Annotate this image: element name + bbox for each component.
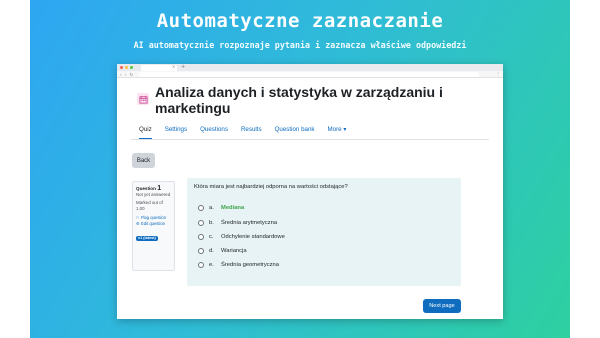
version-badge: v1 (latest) [136, 236, 158, 241]
option-letter: e. [209, 262, 214, 268]
browser-menu-icon[interactable]: ⋮ [496, 71, 500, 76]
tab-quiz[interactable]: Quiz [139, 126, 152, 140]
radio-button[interactable] [198, 220, 204, 226]
new-tab-icon[interactable]: + [181, 64, 185, 70]
question-info-panel: Question 1 Not yet answered Marked out o… [132, 181, 175, 271]
flag-icon: ⚐ [136, 215, 140, 220]
banner-subline: AI automatycznie rozpoznaje pytania i za… [133, 40, 467, 50]
option-letter: d. [209, 248, 214, 254]
tab-results[interactable]: Results [241, 126, 262, 140]
answer-option-d[interactable]: d. Wariancja [198, 248, 247, 254]
url-input[interactable] [139, 72, 479, 77]
question-number: 1 [157, 185, 162, 192]
option-text: Średnia arytmetyczna [221, 220, 278, 226]
option-letter: a. [209, 205, 214, 211]
maximize-window-dot[interactable] [130, 66, 133, 69]
radio-button[interactable] [198, 234, 204, 240]
tabs-divider [131, 139, 489, 140]
browser-address-bar: ‹ › ↻ ⋮ [117, 71, 503, 78]
gear-icon: ⚙ [136, 221, 140, 226]
tab-more[interactable]: More ▾ [328, 126, 347, 140]
tab-settings[interactable]: Settings [165, 126, 187, 140]
back-button[interactable]: Back [132, 153, 155, 168]
flag-question-label: Flag question [140, 215, 167, 220]
question-status: Not yet answered [136, 192, 171, 197]
tab-close-icon[interactable]: × [172, 64, 175, 69]
window-controls [120, 66, 133, 69]
browser-window: × + ‹ › ↻ ⋮ Analiza danych i statystyka … [117, 64, 503, 319]
tab-questions[interactable]: Questions [200, 126, 228, 140]
question-panel: Która miara jest najbardziej odporna na … [187, 178, 461, 286]
close-window-dot[interactable] [120, 66, 123, 69]
answer-option-b[interactable]: b. Średnia arytmetyczna [198, 220, 277, 226]
next-page-button[interactable]: Next page [423, 299, 461, 313]
question-label-row: Question 1 [136, 185, 171, 192]
answer-option-e[interactable]: e. Średnia geometryczna [198, 262, 279, 268]
edit-question-link[interactable]: ⚙ Edit question [136, 221, 171, 226]
nav-buttons-icon[interactable]: ‹ › ↻ [120, 72, 134, 77]
question-label: Question [136, 186, 156, 191]
option-text: Wariancja [221, 248, 247, 254]
answer-option-a[interactable]: a. Mediana [198, 205, 244, 211]
question-marks: Marked out of 1.00 [136, 200, 163, 211]
banner-headline: Automatyczne zaznaczanie [156, 10, 444, 32]
page-title: Analiza danych i statystyka w zarządzani… [155, 84, 443, 116]
browser-tab-bar: × + [117, 64, 503, 71]
option-text: Mediana [221, 205, 245, 211]
calendar-icon [137, 93, 149, 105]
tab-question-bank[interactable]: Question bank [275, 126, 315, 140]
radio-button[interactable] [198, 262, 204, 268]
option-letter: c. [209, 234, 214, 240]
option-letter: b. [209, 220, 214, 226]
quiz-tabs: Quiz Settings Questions Results Question… [139, 126, 359, 140]
option-text: Odchylenie standardowe [221, 234, 285, 240]
radio-button[interactable] [198, 248, 204, 254]
radio-button[interactable] [198, 205, 204, 211]
hero-banner: Automatyczne zaznaczanie AI automatyczni… [30, 0, 570, 338]
minimize-window-dot[interactable] [125, 66, 128, 69]
answer-option-c[interactable]: c. Odchylenie standardowe [198, 234, 285, 240]
edit-question-label: Edit question [140, 221, 166, 226]
option-text: Średnia geometryczna [221, 262, 279, 268]
question-text: Która miara jest najbardziej odporna na … [194, 184, 348, 190]
